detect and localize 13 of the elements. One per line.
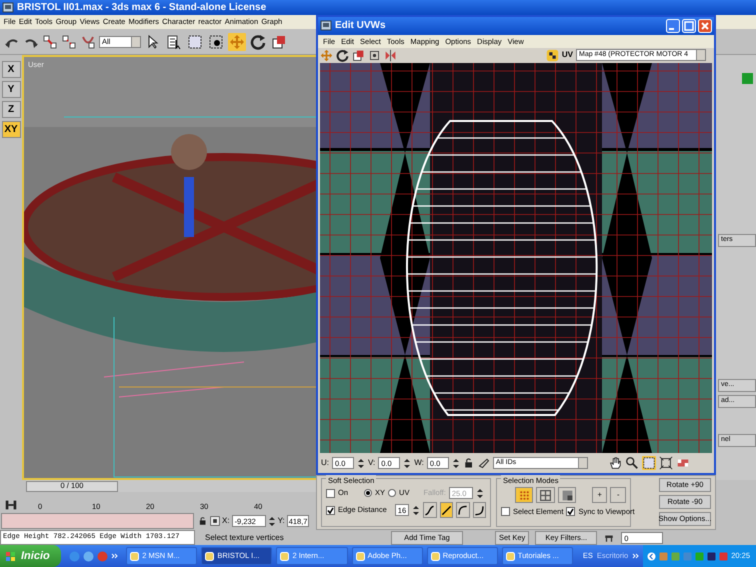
axis-button[interactable]: X [2, 61, 20, 78]
y-label: Y: [278, 515, 285, 527]
uv-label[interactable]: UV [562, 49, 573, 62]
coordinate-label: U: [321, 457, 329, 470]
axis-button[interactable]: Z [2, 101, 20, 118]
window-title: Edit UVWs [335, 19, 386, 34]
status-message: Select texture vertices [204, 532, 285, 544]
window-title: BRISTOL II01.max - 3ds max 6 - Stand-alone License [17, 1, 266, 15]
axis-button[interactable]: Y [2, 81, 20, 98]
coordinate-label: V: [368, 457, 376, 470]
axis-button[interactable]: XY [2, 121, 20, 138]
x-label: X: [222, 515, 230, 527]
coordinate-label: W: [414, 457, 424, 470]
